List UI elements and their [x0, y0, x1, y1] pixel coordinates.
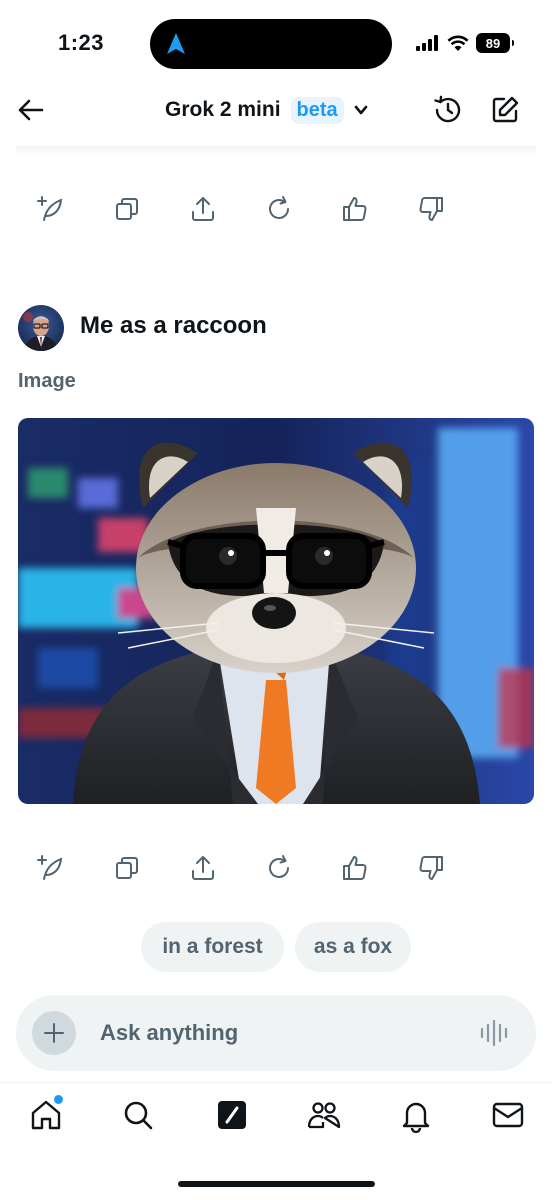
user-avatar-photo — [18, 305, 64, 351]
dislike-button[interactable] — [416, 194, 446, 224]
communities-icon — [307, 1102, 341, 1129]
like-button[interactable] — [340, 853, 370, 883]
notification-dot — [54, 1095, 63, 1104]
share-button[interactable] — [188, 853, 218, 883]
dislike-icon — [419, 856, 443, 880]
share-icon — [192, 197, 214, 221]
dislike-icon — [419, 197, 443, 221]
cellular-signal-icon — [416, 35, 438, 51]
dislike-button[interactable] — [416, 853, 446, 883]
search-icon — [124, 1101, 153, 1130]
messages-icon — [492, 1102, 524, 1128]
new-post-icon — [37, 855, 63, 880]
new-post-button[interactable] — [36, 853, 66, 883]
user-message-text: Me as a raccoon — [80, 312, 267, 339]
regenerate-icon — [269, 196, 289, 219]
avatar[interactable] — [18, 305, 64, 351]
regenerate-button[interactable] — [264, 194, 294, 224]
back-button[interactable] — [14, 93, 48, 127]
status-indicators: 89 — [416, 33, 514, 53]
status-bar: 1:23 89 — [0, 0, 552, 88]
tab-notifications[interactable] — [398, 1097, 434, 1134]
copy-icon — [116, 198, 138, 220]
share-icon — [192, 856, 214, 880]
compose-icon — [492, 96, 519, 123]
like-icon — [343, 197, 367, 221]
beta-badge: beta — [290, 96, 344, 124]
raccoon-in-suit-image — [18, 418, 534, 804]
suggestion-chip[interactable]: as a fox — [295, 922, 411, 972]
notifications-icon — [402, 1102, 430, 1134]
wifi-icon — [447, 35, 469, 51]
copy-button[interactable] — [112, 853, 142, 883]
generated-image[interactable] — [18, 418, 534, 804]
dynamic-island — [150, 19, 392, 69]
battery-icon: 89 — [476, 33, 514, 53]
suggestion-chip[interactable]: in a forest — [141, 922, 284, 972]
model-title: Grok 2 mini — [165, 98, 281, 121]
tab-messages[interactable] — [490, 1097, 526, 1133]
new-post-icon — [37, 196, 63, 221]
copy-button[interactable] — [112, 194, 142, 224]
response-actions-top — [36, 194, 446, 228]
new-chat-button[interactable] — [488, 93, 522, 127]
chat-header: Grok 2 mini beta — [0, 85, 552, 135]
composer — [16, 995, 536, 1071]
regenerate-button[interactable] — [264, 853, 294, 883]
tab-communities[interactable] — [306, 1097, 342, 1133]
header-divider — [16, 146, 536, 156]
navigation-arrow-icon — [167, 33, 185, 54]
voice-waveform-icon — [480, 1019, 508, 1047]
like-icon — [343, 856, 367, 880]
image-attachment-label: Image — [18, 370, 76, 392]
like-button[interactable] — [340, 194, 370, 224]
share-button[interactable] — [188, 194, 218, 224]
regenerate-icon — [269, 855, 289, 878]
plus-icon — [44, 1023, 64, 1043]
voice-button[interactable] — [478, 1017, 510, 1049]
status-time: 1:23 — [58, 30, 105, 55]
tab-search[interactable] — [120, 1097, 156, 1133]
grok-icon — [218, 1101, 246, 1129]
model-selector[interactable]: Grok 2 mini beta — [165, 93, 370, 127]
response-actions-bottom — [36, 853, 446, 887]
home-indicator — [178, 1181, 375, 1187]
chevron-down-icon — [354, 105, 367, 115]
tab-grok[interactable] — [214, 1097, 250, 1133]
back-arrow-icon — [18, 99, 44, 121]
ask-input[interactable] — [100, 1015, 430, 1051]
history-icon — [434, 95, 461, 123]
attach-button[interactable] — [32, 1011, 76, 1055]
new-post-button[interactable] — [36, 194, 66, 224]
history-button[interactable] — [431, 93, 465, 127]
copy-icon — [116, 857, 138, 879]
